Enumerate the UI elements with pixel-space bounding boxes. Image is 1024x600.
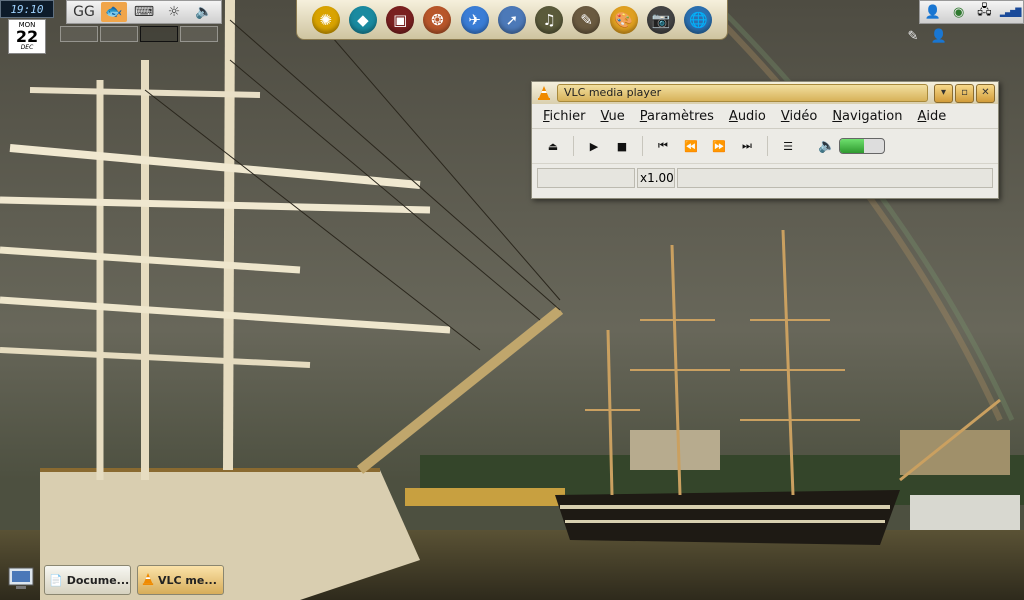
camera-icon[interactable]: 📷 (647, 5, 676, 34)
devices-icon[interactable]: 🖧 (974, 3, 994, 21)
menu-item-audio[interactable]: Audio (722, 109, 774, 124)
separator (767, 136, 768, 156)
globe-icon[interactable]: 🌐 (684, 5, 713, 34)
menu-item-aide[interactable]: Aide (910, 109, 954, 124)
eject-button[interactable]: ⏏ (540, 134, 566, 158)
pen-icon[interactable]: ✎ (572, 5, 601, 34)
compass-icon[interactable]: ➚ (497, 5, 526, 34)
status-field-time (537, 168, 635, 188)
clock-time: 19:10 (10, 2, 44, 16)
calendar-widget[interactable]: MON 22 DEC (8, 19, 46, 54)
maximize-button[interactable]: ▫ (955, 83, 974, 103)
terminal-icon[interactable]: ▣ (386, 5, 415, 34)
speaker-icon[interactable]: 🔈 (191, 2, 217, 22)
menu-item-video[interactable]: Vidéo (774, 109, 825, 124)
vlc-window-title: VLC media player (557, 84, 928, 102)
desktop-1[interactable] (60, 26, 98, 42)
signal-icon[interactable]: ▂▄▆█ (1000, 3, 1022, 21)
vlc-statusbar: x1.00 (532, 164, 998, 188)
volume-level (840, 139, 865, 153)
play-button[interactable]: ▶ (581, 134, 607, 158)
status-field-info (677, 168, 993, 188)
minimize-button[interactable]: ▾ (934, 83, 953, 103)
calendar-month: DEC (20, 44, 34, 51)
sun-badge-icon[interactable]: ✺ (311, 5, 340, 34)
fast-forward-button[interactable]: ⏩ (706, 134, 732, 158)
vlc-cone-icon (142, 572, 154, 589)
taskbar-vlc[interactable]: VLC me... (137, 565, 224, 595)
shell-icon[interactable]: ❂ (423, 5, 452, 34)
tray-secondary: ✎ 👤 (903, 27, 949, 45)
user-icon[interactable]: 👤 (923, 3, 943, 21)
next-button[interactable]: ⏭ (734, 134, 760, 158)
desktop-4[interactable] (180, 26, 218, 42)
menu-item-fichier[interactable]: Fichier (536, 109, 594, 124)
vlc-window: VLC media player ▾ ▫ ✕ Fichier Vue Paramèt… (531, 81, 999, 199)
palette-icon[interactable]: 🎨 (609, 5, 638, 34)
volume-slider[interactable] (839, 138, 885, 154)
virtual-desktop-pager (60, 26, 224, 44)
previous-button[interactable]: ⏮ (650, 134, 676, 158)
network-globe-icon[interactable]: ✈ (460, 5, 489, 34)
clock-widget[interactable]: 19:10 (0, 0, 54, 18)
settings-globe-icon[interactable]: ◉ (949, 3, 969, 21)
pen-tool-icon[interactable]: ✎ (903, 27, 923, 45)
separator (642, 136, 643, 156)
vlc-cone-icon (535, 84, 553, 102)
playlist-button[interactable]: ☰ (775, 134, 801, 158)
rewind-button[interactable]: ⏪ (678, 134, 704, 158)
system-tray: 👤 ◉ 🖧 ▂▄▆█ (919, 0, 1024, 24)
taskbar-label: Docume... (66, 573, 130, 587)
media-icon[interactable]: ♫ (535, 5, 564, 34)
desktop-2[interactable] (100, 26, 138, 42)
stop-button[interactable]: ■ (609, 134, 635, 158)
calendar-day: 22 (15, 27, 39, 46)
menu-item-navigation[interactable]: Navigation (825, 109, 910, 124)
vlc-titlebar[interactable]: VLC media player ▾ ▫ ✕ (532, 82, 998, 104)
diamond-icon[interactable]: ◆ (348, 5, 377, 34)
brightness-icon[interactable]: ☼ (161, 2, 187, 22)
menu-item-parametres[interactable]: Paramètres (633, 109, 722, 124)
separator (573, 136, 574, 156)
keyboard-icon[interactable]: ⌨ (131, 2, 157, 22)
desktop-3[interactable] (140, 26, 178, 42)
taskbar-label: VLC me... (158, 573, 217, 587)
vlc-controls: ⏏ ▶ ■ ⏮ ⏪ ⏩ ⏭ ☰ 🔈 (532, 129, 998, 164)
status-field-speed[interactable]: x1.00 (637, 168, 675, 188)
taskbar-documents[interactable]: 📄 Docume... (44, 565, 131, 595)
documents-icon: 📄 (49, 573, 63, 587)
fish-icon[interactable]: 🐟 (101, 2, 127, 22)
close-button[interactable]: ✕ (976, 83, 995, 103)
volume-icon[interactable]: 🔈 (817, 134, 837, 158)
vlc-menubar: Fichier Vue Paramètres Audio Vidéo Navigation… (532, 104, 998, 129)
applet-strip: GG 🐟 ⌨ ☼ 🔈 (66, 0, 222, 24)
launcher-dock: ✺ ◆ ▣ ❂ ✈ ➚ ♫ ✎ 🎨 📷 🌐 (296, 0, 728, 40)
show-desktop-icon[interactable] (4, 563, 38, 595)
user-status-icon[interactable]: 👤 (929, 27, 949, 45)
glasses-icon[interactable]: GG (71, 2, 97, 22)
menu-item-vue[interactable]: Vue (594, 109, 633, 124)
